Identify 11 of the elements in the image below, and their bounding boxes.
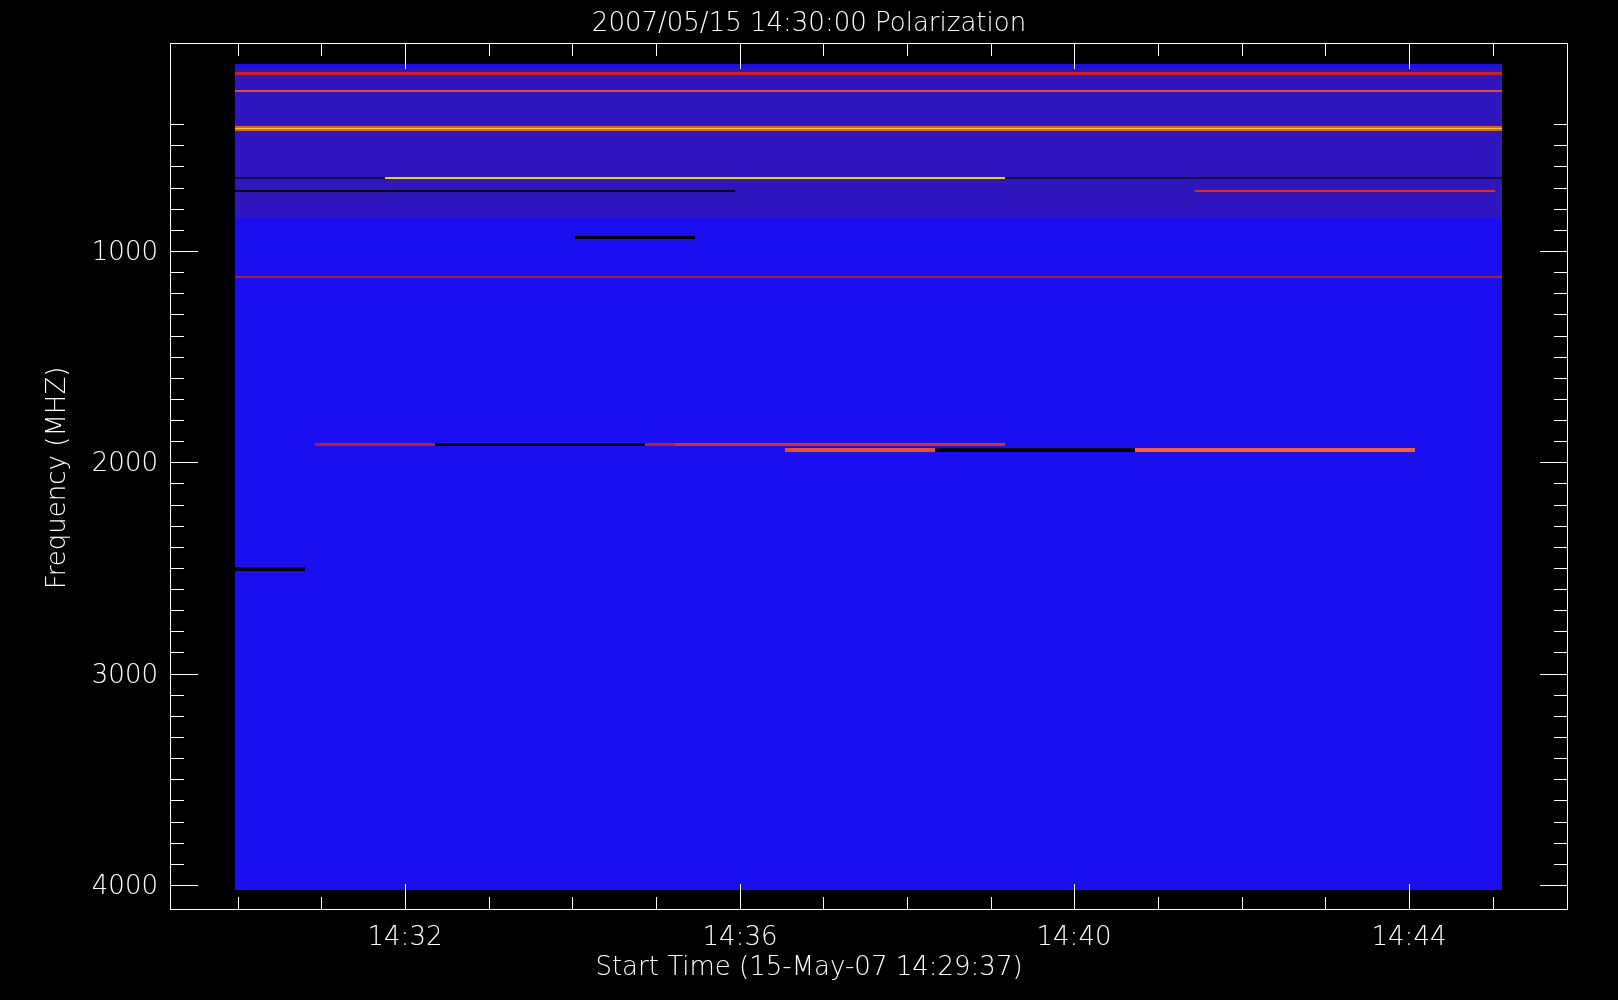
x-axis-label: Start Time (15-May-07 14:29:37) — [595, 951, 1023, 981]
y-axis-label: Frequency (MHZ) — [41, 366, 71, 590]
x-tick-label: 14:44 — [1371, 921, 1447, 951]
plot-title: 2007/05/15 14:30:00 Polarization — [591, 7, 1027, 37]
y-tick-label: 4000 — [91, 870, 158, 900]
x-tick-label: 14:32 — [367, 921, 443, 951]
y-tick-label: 1000 — [91, 236, 158, 266]
x-tick-label: 14:40 — [1036, 921, 1112, 951]
x-tick-label: 14:36 — [702, 921, 778, 951]
y-tick-label: 2000 — [91, 447, 158, 477]
y-tick-label: 3000 — [91, 659, 158, 689]
